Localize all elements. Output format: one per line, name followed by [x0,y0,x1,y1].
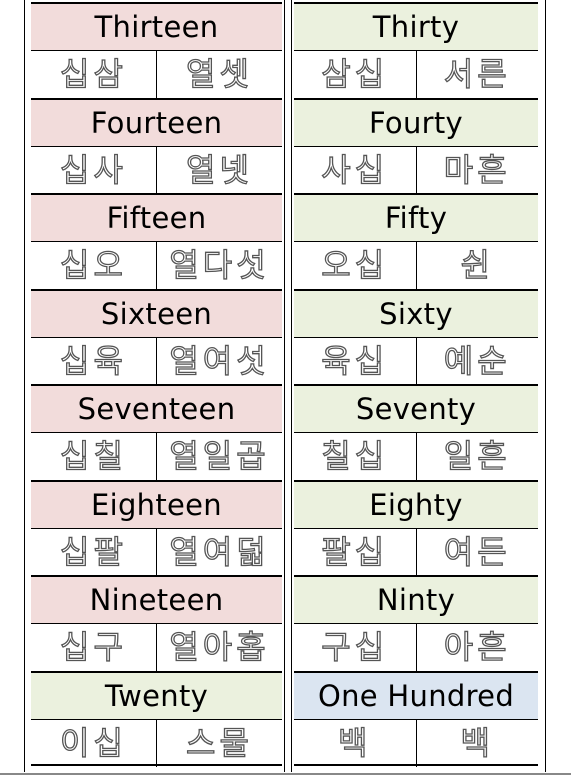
card-title: Thirty [294,4,538,51]
native-korean-word: 쉰 [415,242,539,289]
sino-korean-word: 십사 [59,150,127,189]
number-card: Fifty 오십 쉰 [294,193,538,289]
sino-korean-word: 십오 [59,245,127,284]
sino-korean-word: 육십 [321,341,389,380]
number-card: Sixteen 십육 열여섯 [31,288,282,385]
number-card: Seventy 칠십 일흔 [294,384,538,480]
native-korean-word: 스물 [156,719,282,767]
native-korean-word: 열여섯 [156,337,282,385]
card-title: Twenty [31,672,282,720]
sino-korean-word: 백 [337,723,372,762]
native-korean-word: 여든 [415,528,539,576]
sino-korean-word: 사십 [321,150,389,189]
sino-korean-word: 칠십 [321,436,389,475]
number-card: Nineteen 십구 열아홉 [31,575,282,671]
number-card: Fifteen 십오 열다섯 [31,193,282,289]
card-title: Nineteen [31,577,282,624]
number-card: Eighteen 십팔 열여덟 [31,479,282,576]
sino-korean-word: 삼십 [321,54,389,93]
number-card: Fourteen 십사 열넷 [31,97,282,194]
native-korean-word: 열여덟 [156,528,282,576]
sino-korean-word: 팔십 [321,532,389,571]
sino-korean-word: 십칠 [59,436,127,475]
number-card: Ninty 구십 아흔 [294,575,538,671]
card-title: Sixty [294,290,538,338]
sino-korean-word: 십삼 [59,54,127,93]
native-korean-word: 일흔 [415,433,539,480]
card-title: Fourteen [31,99,282,147]
card-title: Fifty [294,195,538,242]
left-column: Thirteen 십삼 열셋 Fourteen 십사 열넷 Fifteen 십오 열다섯 S… [31,2,282,767]
number-card: Sixty 육십 예순 [294,288,539,385]
column-divider [284,0,292,772]
card-title: Ninty [294,577,538,624]
card-title: Fourty [294,99,538,147]
number-card: Thirty 삼십 서른 [294,2,538,98]
sino-korean-word: 십구 [59,627,127,666]
card-title: One Hundred [294,672,538,720]
number-card: Thirteen 십삼 열셋 [31,2,282,98]
page-bottom-edge [0,773,571,775]
card-title: Eighty [294,481,538,529]
card-title: Seventy [294,386,538,433]
native-korean-word: 열일곱 [156,433,282,480]
card-title: Sixteen [31,290,282,338]
number-card: One Hundred 백 백 [294,670,539,767]
native-korean-word: 열셋 [156,51,282,98]
number-card: Seventeen 십칠 열일곱 [31,384,282,480]
sino-korean-word: 십팔 [59,532,127,571]
card-title: Eighteen [31,481,282,529]
number-card: Fourty 사십 마흔 [294,97,539,194]
card-title: Thirteen [31,4,282,51]
number-card: Twenty 이십 스물 [31,670,282,767]
native-korean-word: 열아홉 [156,624,282,671]
sino-korean-word: 이십 [59,723,127,762]
native-korean-word: 열넷 [156,146,282,194]
card-title: Fifteen [31,195,282,242]
native-korean-word: 백 [415,719,539,767]
native-korean-word: 열다섯 [156,242,282,289]
sino-korean-word: 십육 [59,341,127,380]
native-korean-word: 마흔 [415,146,539,194]
number-card: Eighty 팔십 여든 [294,479,539,576]
native-korean-word: 아흔 [415,624,539,671]
right-column: Thirty 삼십 서른 Fourty 사십 마흔 Fifty 오십 쉰 Sixty 육십 예순… [294,2,539,767]
native-korean-word: 예순 [415,337,539,385]
native-korean-word: 서른 [415,51,539,98]
sino-korean-word: 오십 [321,245,389,284]
sino-korean-word: 구십 [321,627,389,666]
card-title: Seventeen [31,386,282,433]
